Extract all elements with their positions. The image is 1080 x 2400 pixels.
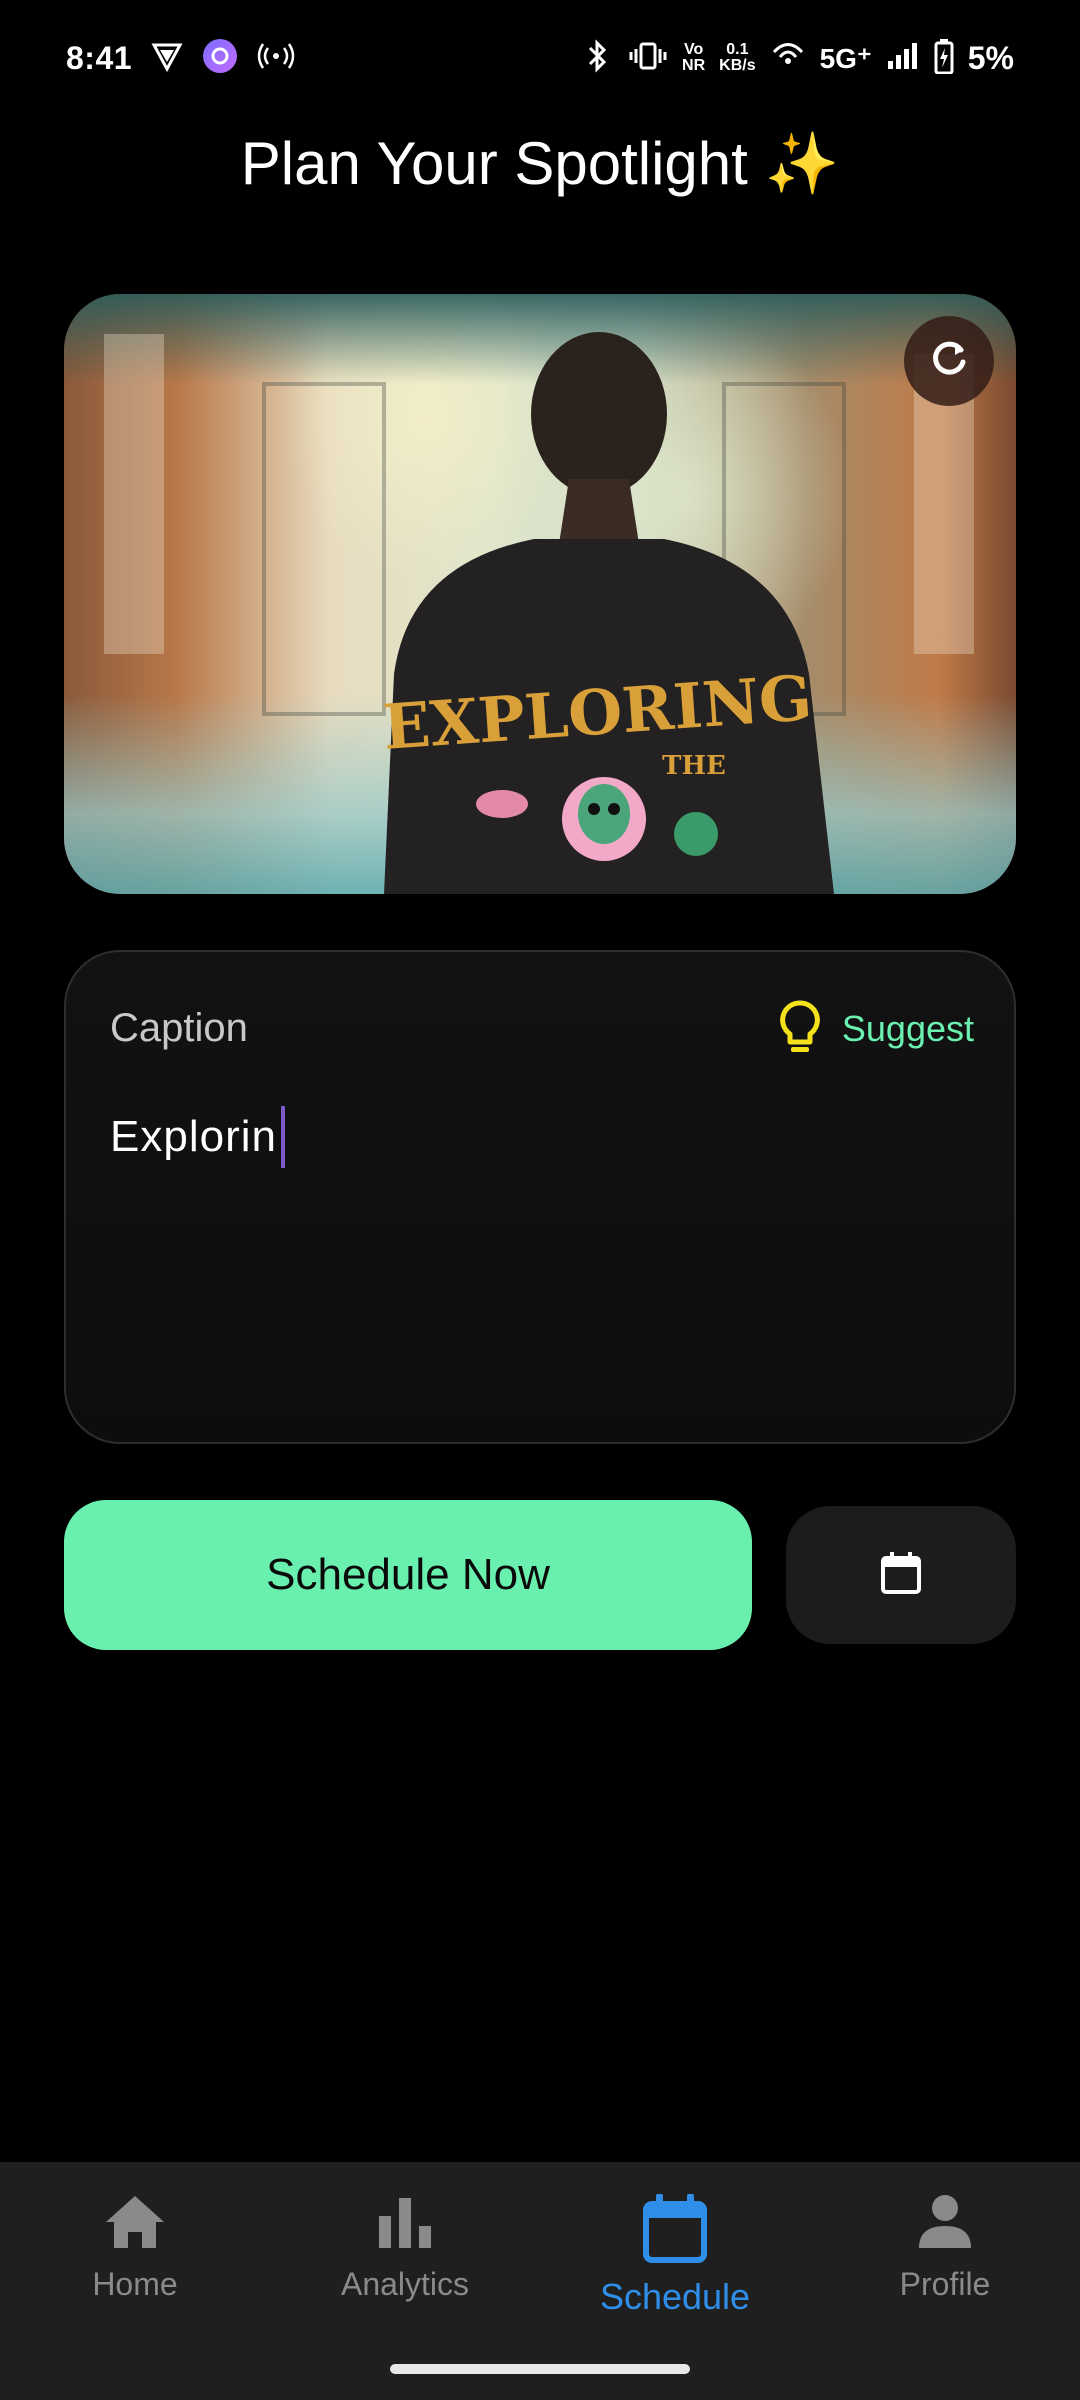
caption-input[interactable]: Explorin	[110, 1106, 970, 1402]
vpn-shield-icon	[150, 39, 184, 77]
nav-item-analytics[interactable]: Analytics	[270, 2162, 540, 2362]
bar-chart-icon	[375, 2192, 435, 2254]
caption-label: Caption	[110, 1006, 248, 1050]
calendar-icon	[642, 2192, 708, 2268]
refresh-icon	[926, 336, 972, 386]
suggest-button[interactable]: Suggest	[776, 998, 974, 1060]
wifi-icon	[770, 39, 806, 77]
battery-percent: 5%	[967, 39, 1014, 76]
nav-label-home: Home	[92, 2266, 178, 2302]
nav-item-schedule[interactable]: Schedule	[540, 2162, 810, 2362]
network-speed: 0.1 KB/s	[719, 42, 755, 74]
nav-item-home[interactable]: Home	[0, 2162, 270, 2362]
schedule-now-button[interactable]: Schedule Now	[64, 1500, 752, 1650]
app-screen: 8:41 Vo NR 0.1 KB/s 5G⁺ 5% Plan Your Spo…	[0, 0, 1080, 2400]
calendar-icon	[880, 1550, 922, 1600]
home-indicator[interactable]	[390, 2364, 690, 2374]
home-icon	[102, 2192, 168, 2254]
media-preview[interactable]: EXPLORING THE	[64, 294, 1016, 894]
pick-date-button[interactable]	[786, 1506, 1016, 1644]
status-bar: 8:41 Vo NR 0.1 KB/s 5G⁺ 5%	[0, 0, 1080, 124]
nav-label-analytics: Analytics	[340, 2266, 470, 2302]
vibrate-icon	[628, 39, 668, 77]
signal-icon	[886, 41, 920, 75]
network-speed-value: 0.1	[726, 41, 749, 58]
suggest-label: Suggest	[841, 1008, 974, 1049]
nav-label-schedule: Schedule	[599, 2276, 751, 2317]
refresh-media-button[interactable]	[904, 316, 994, 406]
person-icon	[915, 2192, 975, 2254]
bluetooth-icon	[580, 39, 614, 77]
app-notification-icon	[202, 38, 238, 78]
nav-item-profile[interactable]: Profile	[810, 2162, 1080, 2362]
volte-bottom: NR	[682, 57, 706, 74]
shirt-print-subtext: THE	[662, 751, 726, 781]
photo-subject: EXPLORING THE	[104, 332, 974, 894]
volte-indicator: Vo NR	[682, 42, 705, 74]
page-title: Plan Your Spotlight ✨	[240, 130, 840, 197]
status-bar-right: Vo NR 0.1 KB/s 5G⁺ 5%	[580, 38, 1014, 78]
hotspot-icon	[256, 39, 296, 77]
network-type: 5G⁺	[819, 42, 872, 74]
caption-text: Explorin	[110, 1112, 277, 1161]
caption-card: Caption Suggest Explorin	[64, 950, 1016, 1444]
lightbulb-icon	[776, 998, 824, 1060]
volte-top: Vo	[683, 41, 704, 58]
status-time: 8:41	[66, 39, 133, 76]
network-speed-unit: KB/s	[719, 57, 756, 74]
battery-icon	[934, 38, 954, 78]
nav-label-profile: Profile	[899, 2266, 991, 2302]
status-bar-left: 8:41	[66, 38, 296, 78]
text-cursor	[280, 1106, 285, 1168]
